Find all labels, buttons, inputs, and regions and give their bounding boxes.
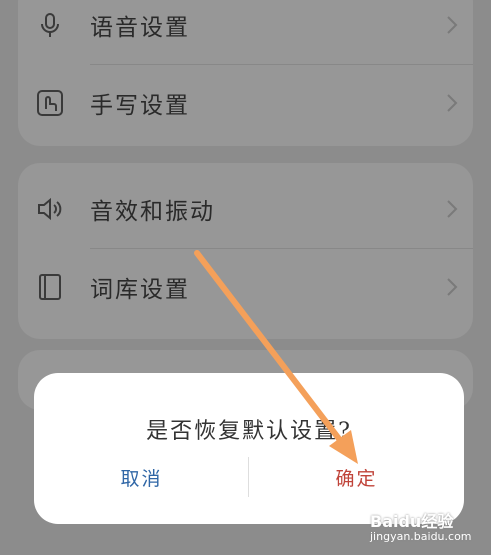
watermark-url: jingyan.baidu.com (370, 530, 472, 543)
annotation-arrow (194, 250, 358, 464)
watermark-brand: Baidu经验 (370, 512, 454, 531)
watermark: Baidu经验 jingyan.baidu.com (370, 500, 485, 550)
